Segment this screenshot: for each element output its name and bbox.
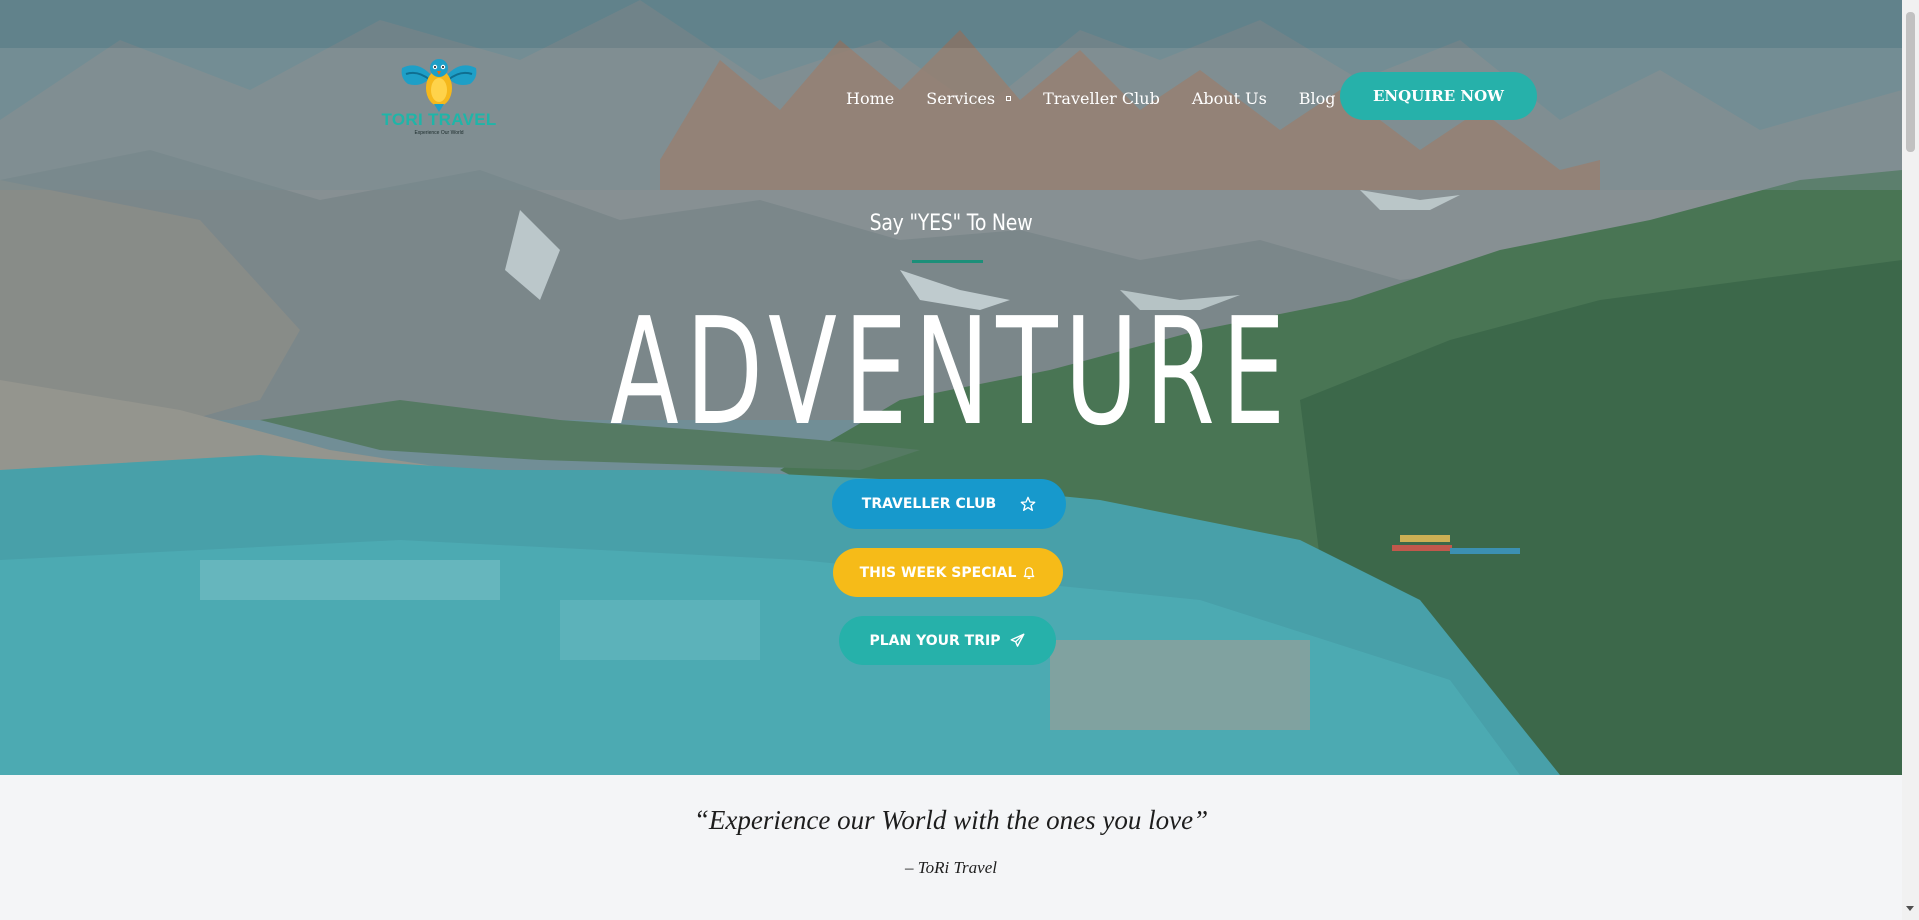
hero-kicker: Say "YES" To New [869, 211, 1033, 236]
bird-logo-icon [401, 59, 477, 112]
top-strip [0, 0, 1902, 48]
dropdown-caret-icon [1006, 95, 1012, 101]
quote-text: “Experience our World with the ones you … [693, 805, 1209, 835]
plan-your-trip-button[interactable]: PLAN YOUR TRIP [839, 616, 1056, 665]
nav-item-traveller-club[interactable]: Traveller Club [1043, 89, 1160, 108]
button-label: PLAN YOUR TRIP [869, 632, 1001, 649]
nav-item-about-us[interactable]: About Us [1192, 89, 1267, 108]
button-label: THIS WEEK SPECIAL [859, 564, 1017, 581]
site-logo[interactable]: TORI TRAVEL Experience Our World [378, 54, 500, 140]
traveller-club-button[interactable]: TRAVELLER CLUB [832, 479, 1066, 529]
scrollbar-thumb[interactable] [1906, 12, 1915, 152]
nav-item-label: Blog [1298, 88, 1336, 108]
nav-item-home[interactable]: Home [846, 89, 894, 108]
nav-item-label: Traveller Club [1043, 88, 1160, 108]
quote-author: – ToRi Travel [905, 858, 997, 877]
nav-item-services[interactable]: Services [926, 88, 1012, 108]
page: TORI TRAVEL Experience Our World Home Se… [0, 0, 1919, 920]
site-header: TORI TRAVEL Experience Our World Home Se… [0, 48, 1902, 190]
enquire-now-button[interactable]: ENQUIRE NOW [1340, 72, 1537, 120]
this-week-special-button[interactable]: THIS WEEK SPECIAL [833, 548, 1063, 597]
main-nav: Home Services Traveller Club About Us Bl… [846, 86, 1384, 110]
nav-item-label: Home [846, 88, 895, 108]
scroll-down-arrow-icon[interactable] [1906, 906, 1914, 911]
page-scrollbar[interactable] [1902, 0, 1919, 920]
button-label: TRAVELLER CLUB [861, 496, 997, 512]
logo-tagline: Experience Our World [414, 130, 464, 136]
bell-icon [1024, 566, 1035, 579]
star-icon [1020, 496, 1036, 511]
nav-item-label: Services [926, 88, 996, 108]
paper-plane-icon [1011, 633, 1025, 647]
logo-brand-text: TORI TRAVEL [381, 110, 497, 129]
hero-headline: ADVENTURE [609, 286, 1293, 458]
nav-item-label: About Us [1191, 88, 1267, 108]
kicker-underline [912, 260, 983, 263]
